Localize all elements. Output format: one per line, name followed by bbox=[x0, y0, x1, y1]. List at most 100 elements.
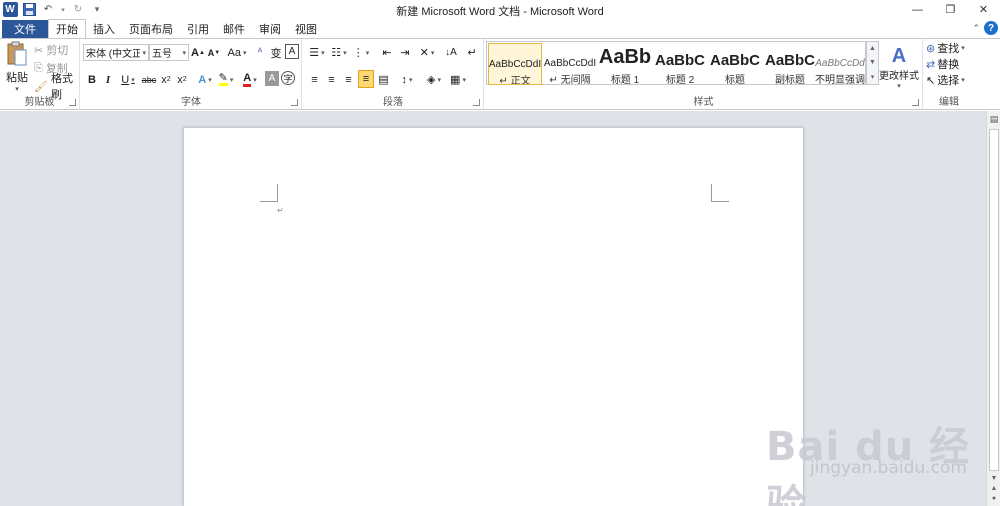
editing-group-label: 编辑 bbox=[939, 97, 959, 108]
scroll-thumb[interactable] bbox=[989, 129, 999, 471]
binoculars-icon: ⊛ bbox=[926, 42, 936, 55]
shading-icon[interactable]: ◈ ▾ bbox=[423, 71, 445, 88]
ruler-toggle-icon[interactable]: ▤ bbox=[988, 113, 1000, 125]
font-size-select[interactable]: 五号 ▾ bbox=[149, 44, 189, 61]
paragraph-group-label: 段落 bbox=[383, 97, 403, 108]
format-painter-button[interactable]: 🖌 格式刷 bbox=[34, 73, 79, 101]
borders-icon[interactable]: ▦ ▾ bbox=[447, 71, 469, 88]
numbering-icon[interactable]: ☷ ▾ bbox=[329, 44, 349, 61]
styles-launcher-icon[interactable] bbox=[912, 99, 919, 106]
grow-font-icon[interactable]: A ▲ bbox=[191, 44, 205, 61]
paste-label: 粘贴 bbox=[6, 72, 28, 84]
align-left-icon[interactable]: ≡ bbox=[307, 71, 322, 88]
shrink-font-icon[interactable]: A ▼ bbox=[207, 44, 221, 61]
tab-file[interactable]: 文件 bbox=[2, 20, 48, 38]
character-shading-icon[interactable]: A bbox=[265, 71, 279, 86]
redo-icon[interactable]: ↻ bbox=[70, 2, 86, 18]
copy-icon: ⎘ bbox=[34, 61, 43, 74]
paste-icon bbox=[7, 41, 27, 66]
paste-button[interactable]: 粘贴 ▾ bbox=[3, 41, 31, 93]
brush-icon: 🖌 bbox=[34, 80, 48, 93]
character-border-icon[interactable]: A bbox=[285, 44, 299, 59]
text-effects-icon[interactable]: A ▾ bbox=[195, 71, 215, 88]
strikethrough-button[interactable]: abc bbox=[141, 71, 157, 88]
clear-formatting-icon[interactable]: ᴬ bbox=[253, 44, 267, 61]
highlight-color-icon[interactable]: ✎ ▾ bbox=[215, 71, 237, 88]
editing-group: ⊛ 查找 ▾ ⇄ 替换 ↖ 选择 ▾ 编辑 bbox=[924, 39, 974, 109]
tab-review[interactable]: 审阅 bbox=[252, 20, 288, 38]
underline-button[interactable]: U ▾ bbox=[117, 71, 139, 88]
margin-corner-top-right bbox=[711, 184, 729, 202]
tab-references[interactable]: 引用 bbox=[180, 20, 216, 38]
find-button[interactable]: ⊛ 查找 ▾ bbox=[926, 41, 965, 56]
styles-group-label: 样式 bbox=[693, 97, 714, 108]
styles-group: 样式 bbox=[485, 39, 923, 109]
quick-access-toolbar: W ↶ ▾ ↻ ▾ bbox=[0, 0, 108, 19]
replace-icon: ⇄ bbox=[926, 58, 936, 71]
justify-icon[interactable]: ≡ bbox=[358, 70, 374, 88]
paragraph-launcher-icon[interactable] bbox=[473, 99, 480, 106]
decrease-indent-icon[interactable]: ⇤ bbox=[379, 44, 395, 61]
paragraph-group: ☰ ▾ ☷ ▾ ⋮ ▾ ⇤ ⇥ ✕ ▾ ↓A ↵ ≡ ≡ ≡ ≡ ▤ ↕ ▾ ◈ ▾ ▦ ▾ … bbox=[303, 39, 484, 109]
subscript-button[interactable]: x2 bbox=[159, 71, 173, 88]
select-button[interactable]: ↖ 选择 ▾ bbox=[926, 73, 965, 88]
select-browse-object-icon[interactable]: ● bbox=[988, 493, 1000, 503]
tab-insert[interactable]: 插入 bbox=[86, 20, 122, 38]
tab-home[interactable]: 开始 bbox=[48, 19, 86, 38]
font-family-select[interactable]: 宋体 (中文正文▾ bbox=[83, 44, 149, 61]
increase-indent-icon[interactable]: ⇥ bbox=[397, 44, 413, 61]
font-group-label: 字体 bbox=[181, 97, 201, 108]
replace-button[interactable]: ⇄ 替换 bbox=[926, 57, 959, 72]
cursor-icon: ↖ bbox=[926, 74, 936, 87]
sort-icon[interactable]: ↓A bbox=[443, 44, 459, 61]
document-workspace[interactable]: ↵ bbox=[0, 111, 986, 506]
clipboard-group-label: 剪贴板 bbox=[24, 97, 55, 108]
change-case-icon[interactable]: Aa ▾ bbox=[227, 44, 247, 61]
document-page[interactable]: ↵ bbox=[183, 127, 804, 506]
help-icon[interactable]: ? bbox=[984, 21, 998, 35]
minimize-ribbon-icon[interactable]: ⌃ bbox=[972, 23, 980, 34]
distributed-icon[interactable]: ▤ bbox=[376, 71, 391, 88]
close-button[interactable]: ✕ bbox=[967, 0, 1000, 19]
vertical-scrollbar[interactable]: ▤ ▼ ▲ ● bbox=[986, 111, 1000, 506]
enclose-characters-icon[interactable]: 字 bbox=[281, 71, 295, 85]
clipboard-group: 粘贴 ▾ ✂ 剪切 ⎘ 复制 🖌 格式刷 剪贴板 bbox=[0, 39, 80, 109]
line-spacing-icon[interactable]: ↕ ▾ bbox=[397, 71, 417, 88]
window-title: 新建 Microsoft Word 文档 - Microsoft Word bbox=[396, 6, 604, 18]
bold-button[interactable]: B bbox=[85, 71, 99, 88]
ribbon: 粘贴 ▾ ✂ 剪切 ⎘ 复制 🖌 格式刷 剪贴板 宋体 (中文正文▾ 五号▾ A… bbox=[0, 38, 1000, 110]
tab-view[interactable]: 视图 bbox=[288, 20, 324, 38]
cut-button[interactable]: ✂ 剪切 bbox=[34, 43, 69, 58]
font-family-value: 宋体 (中文正文 bbox=[86, 49, 141, 60]
tab-mailings[interactable]: 邮件 bbox=[216, 20, 252, 38]
word-app-icon[interactable]: W bbox=[2, 2, 18, 18]
align-right-icon[interactable]: ≡ bbox=[341, 71, 356, 88]
italic-button[interactable]: I bbox=[101, 71, 115, 88]
select-label: 选择 bbox=[937, 75, 960, 87]
paragraph-mark: ↵ bbox=[277, 206, 284, 215]
align-center-icon[interactable]: ≡ bbox=[324, 71, 339, 88]
bullets-icon[interactable]: ☰ ▾ bbox=[307, 44, 327, 61]
phonetic-guide-icon[interactable]: 变 bbox=[269, 44, 283, 61]
tab-page-layout[interactable]: 页面布局 bbox=[122, 20, 180, 38]
superscript-button[interactable]: x2 bbox=[175, 71, 189, 88]
font-group: 宋体 (中文正文▾ 五号▾ A▲ A▼ Aa▾ ᴬ 变 A B I U▾ abc… bbox=[81, 39, 302, 109]
undo-icon[interactable]: ↶ bbox=[40, 2, 56, 18]
font-color-icon[interactable]: A ▾ bbox=[239, 71, 261, 88]
minimize-button[interactable]: — bbox=[901, 0, 934, 19]
restore-button[interactable]: ❐ bbox=[934, 0, 967, 19]
font-size-value: 五号 bbox=[152, 49, 172, 60]
scroll-down-icon[interactable]: ▼ bbox=[988, 473, 1000, 483]
find-label: 查找 bbox=[937, 43, 960, 55]
previous-page-icon[interactable]: ▲ bbox=[988, 483, 1000, 493]
show-marks-icon[interactable]: ↵ bbox=[465, 44, 479, 61]
save-icon[interactable] bbox=[21, 2, 37, 18]
font-launcher-icon[interactable] bbox=[291, 99, 298, 106]
scissors-icon: ✂ bbox=[34, 44, 44, 57]
chinese-layout-icon[interactable]: ✕ ▾ bbox=[417, 44, 437, 61]
multilevel-list-icon[interactable]: ⋮ ▾ bbox=[351, 44, 371, 61]
customize-qat-icon[interactable]: ▾ bbox=[89, 2, 105, 18]
clipboard-launcher-icon[interactable] bbox=[69, 99, 76, 106]
cut-label: 剪切 bbox=[46, 45, 69, 57]
undo-dropdown-icon[interactable]: ▾ bbox=[59, 2, 67, 18]
